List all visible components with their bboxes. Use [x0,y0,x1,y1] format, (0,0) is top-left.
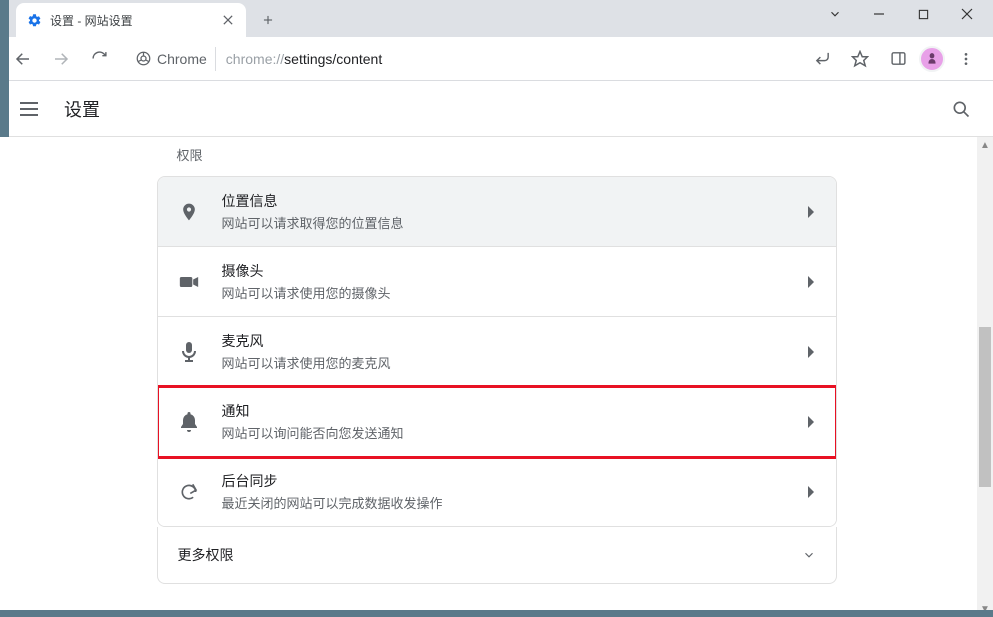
bookmark-button[interactable] [843,42,877,76]
chrome-menu-button[interactable] [949,42,983,76]
scrollbar-thumb[interactable] [979,327,991,487]
forward-button[interactable] [44,42,78,76]
settings-header: 设置 [0,81,993,137]
window-controls [827,0,993,20]
chevron-right-icon [808,346,816,358]
back-button[interactable] [6,42,40,76]
window-dropdown-icon[interactable] [827,6,843,22]
page-title: 设置 [64,96,100,122]
chevron-right-icon [808,206,816,218]
permission-title: 后台同步 [222,471,786,491]
permission-list: 位置信息 网站可以请求取得您的位置信息 摄像头 网站可以请求使用您的摄像头 [157,176,837,527]
address-bar[interactable]: Chrome chrome://settings/content [128,47,793,71]
reload-button[interactable] [82,42,116,76]
permission-row-background-sync[interactable]: 后台同步 最近关闭的网站可以完成数据收发操作 [158,457,836,526]
permission-row-microphone[interactable]: 麦克风 网站可以请求使用您的麦克风 [158,317,836,387]
permission-subtitle: 网站可以请求使用您的麦克风 [222,353,786,372]
chevron-right-icon [808,416,816,428]
profile-avatar[interactable] [919,46,945,72]
url-path: settings/content [284,51,382,67]
chrome-icon [136,51,151,66]
permission-title: 位置信息 [222,191,786,211]
permission-row-location[interactable]: 位置信息 网站可以请求取得您的位置信息 [158,177,836,247]
minimize-button[interactable] [871,6,887,22]
permission-title: 摄像头 [222,261,786,281]
site-chip-label: Chrome [157,51,207,67]
permission-subtitle: 网站可以请求取得您的位置信息 [222,213,786,232]
mic-icon [178,341,200,363]
permission-subtitle: 最近关闭的网站可以完成数据收发操作 [222,493,786,512]
settings-content: 权限 位置信息 网站可以请求取得您的位置信息 摄像头 [0,137,993,617]
menu-button[interactable] [20,97,44,121]
permission-title: 通知 [222,401,786,421]
permission-title: 麦克风 [222,331,786,351]
settings-card: 权限 位置信息 网站可以请求取得您的位置信息 摄像头 [157,137,837,617]
permission-row-camera[interactable]: 摄像头 网站可以请求使用您的摄像头 [158,247,836,317]
chevron-down-icon [802,548,816,562]
chevron-right-icon [808,276,816,288]
permission-row-notifications[interactable]: 通知 网站可以询问能否向您发送通知 [158,387,836,457]
location-icon [178,201,200,223]
browser-tab[interactable]: 设置 - 网站设置 [16,3,246,37]
section-permissions-label: 权限 [157,137,837,176]
close-window-button[interactable] [959,6,975,22]
desktop-edge-bottom [0,610,993,617]
site-identity-chip[interactable]: Chrome [128,47,216,71]
more-permissions-row[interactable]: 更多权限 [157,527,837,584]
camera-icon [178,271,200,293]
maximize-button[interactable] [915,6,931,22]
share-button[interactable] [805,42,839,76]
side-panel-button[interactable] [881,42,915,76]
tab-title: 设置 - 网站设置 [50,12,220,29]
permission-subtitle: 网站可以询问能否向您发送通知 [222,423,786,442]
url-scheme: chrome:// [226,51,284,67]
sync-icon [178,481,200,503]
settings-search-button[interactable] [949,97,973,121]
browser-toolbar: Chrome chrome://settings/content [0,37,993,81]
more-permissions-label: 更多权限 [178,545,234,565]
gear-icon [26,12,42,28]
new-tab-button[interactable] [254,6,282,34]
scroll-up-button[interactable]: ▲ [977,137,993,153]
bell-icon [178,411,200,433]
tab-close-button[interactable] [220,12,236,28]
permission-subtitle: 网站可以请求使用您的摄像头 [222,283,786,302]
scrollbar-track[interactable]: ▲ ▼ [977,137,993,617]
chevron-right-icon [808,486,816,498]
